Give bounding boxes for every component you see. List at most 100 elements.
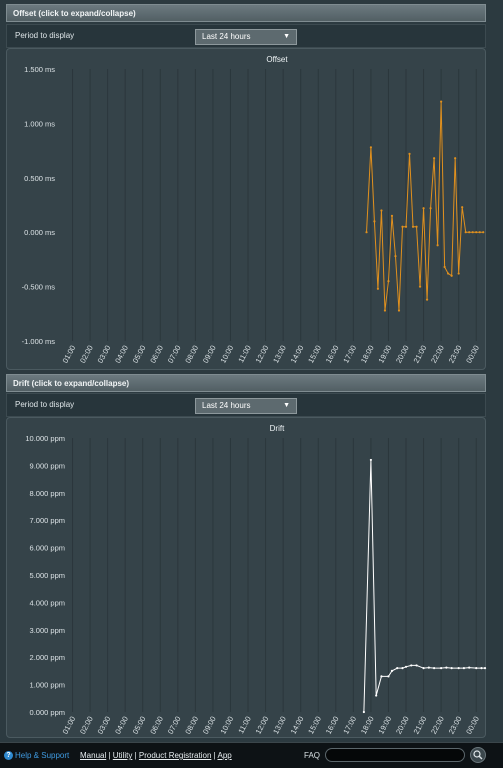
- offset-x-tick-label: 19:00: [376, 344, 393, 365]
- offset-x-tick-label: 22:00: [429, 344, 446, 365]
- offset-x-tick-label: 21:00: [412, 344, 429, 365]
- chevron-down-icon: ▼: [283, 33, 290, 40]
- drift-x-tick-label: 23:00: [447, 715, 464, 736]
- offset-x-tick-label: 02:00: [78, 344, 95, 365]
- offset-y-tick-label: 1.500 ms: [24, 65, 55, 74]
- footer-separator: |: [134, 751, 137, 760]
- offset-x-tick-label: 04:00: [113, 344, 130, 365]
- offset-data-point: [383, 309, 387, 312]
- offset-y-tick-label: 0.500 ms: [24, 174, 55, 183]
- offset-x-tick-label: 11:00: [236, 344, 252, 364]
- drift-header-label: Drift (click to expand/collapse): [13, 379, 130, 388]
- drift-x-tick-label: 20:00: [394, 715, 411, 736]
- drift-y-tick-label: 1.000 ppm: [30, 681, 65, 690]
- offset-x-tick-label: 05:00: [131, 344, 148, 365]
- drift-x-tick-label: 15:00: [306, 715, 323, 736]
- drift-x-tick-label: 11:00: [236, 715, 252, 735]
- offset-x-tick-label: 18:00: [359, 344, 376, 365]
- offset-chart-title: Offset: [266, 55, 288, 64]
- drift-data-point: [410, 664, 413, 667]
- drift-y-tick-label: 4.000 ppm: [30, 598, 65, 607]
- drift-x-tick-label: 17:00: [341, 715, 358, 736]
- offset-data-point: [457, 272, 460, 275]
- help-icon[interactable]: ?: [4, 751, 13, 760]
- offset-y-tick-label: -1.000 ms: [22, 337, 56, 346]
- drift-x-tick-label: 08:00: [183, 715, 200, 736]
- app-link[interactable]: App: [217, 751, 231, 760]
- offset-data-point: [450, 274, 453, 277]
- offset-data-point: [447, 272, 450, 275]
- drift-series-line: [363, 459, 485, 713]
- offset-data-point: [415, 225, 418, 228]
- drift-x-tick-label: 12:00: [254, 715, 271, 736]
- drift-period-label: Period to display: [15, 400, 75, 409]
- offset-x-tick-label: 06:00: [148, 344, 165, 365]
- utility-link[interactable]: Utility: [113, 751, 133, 760]
- drift-y-tick-label: 7.000 ppm: [30, 516, 65, 525]
- offset-data-point: [429, 207, 432, 210]
- offset-x-tick-label: 12:00: [254, 344, 271, 365]
- drift-x-tick-label: 13:00: [271, 715, 288, 736]
- offset-series-line: [366, 101, 484, 311]
- faq-search-input[interactable]: [325, 748, 465, 762]
- drift-data-point: [440, 667, 443, 670]
- offset-x-tick-label: 09:00: [201, 344, 218, 365]
- drift-y-tick-label: 2.000 ppm: [30, 653, 65, 662]
- offset-data-point: [464, 231, 467, 234]
- offset-x-tick-label: 08:00: [183, 344, 200, 365]
- drift-x-tick-label: 07:00: [166, 715, 183, 736]
- offset-data-point: [404, 225, 408, 228]
- offset-period-select[interactable]: Last 24 hours ▼: [195, 29, 297, 45]
- drift-y-tick-label: 6.000 ppm: [30, 544, 65, 553]
- drift-x-tick-label: 05:00: [131, 715, 148, 736]
- drift-period-select[interactable]: Last 24 hours ▼: [195, 398, 297, 414]
- search-button[interactable]: [470, 747, 486, 763]
- offset-data-point: [380, 209, 383, 212]
- offset-data-point: [408, 152, 411, 155]
- footer-links: Manual | Utility | Product Registration …: [80, 751, 232, 760]
- drift-data-point: [450, 667, 453, 670]
- offset-data-point: [365, 231, 368, 234]
- drift-data-point: [422, 667, 425, 670]
- drift-x-tick-label: 10:00: [218, 715, 235, 736]
- offset-section-header[interactable]: Offset (click to expand/collapse): [6, 4, 486, 22]
- footer-separator: |: [108, 751, 111, 760]
- drift-data-point: [387, 675, 390, 678]
- offset-x-tick-label: 16:00: [324, 344, 341, 365]
- offset-x-tick-label: 15:00: [306, 344, 323, 365]
- drift-x-tick-label: 03:00: [96, 715, 113, 736]
- drift-section-header[interactable]: Drift (click to expand/collapse): [6, 374, 486, 392]
- drift-x-tick-label: 02:00: [78, 715, 95, 736]
- drift-y-tick-label: 5.000 ppm: [30, 571, 65, 580]
- offset-data-point: [471, 231, 474, 234]
- offset-data-point: [387, 280, 390, 283]
- drift-data-point: [468, 666, 471, 669]
- offset-data-point: [443, 265, 446, 269]
- product-registration-link[interactable]: Product Registration: [139, 751, 211, 760]
- offset-x-tick-label: 07:00: [166, 344, 183, 365]
- drift-data-point: [432, 667, 436, 670]
- drift-y-tick-label: 8.000 ppm: [30, 489, 65, 498]
- offset-x-tick-label: 01:00: [61, 344, 78, 365]
- drift-data-point: [480, 667, 483, 670]
- offset-data-point: [369, 146, 373, 149]
- offset-x-tick-label: 03:00: [96, 344, 113, 365]
- offset-data-point: [432, 157, 436, 160]
- offset-data-point: [454, 157, 457, 160]
- offset-data-point: [411, 225, 415, 228]
- drift-data-point: [401, 667, 404, 670]
- manual-link[interactable]: Manual: [80, 751, 106, 760]
- drift-data-point: [362, 710, 365, 714]
- drift-data-point: [380, 675, 383, 678]
- footer-bar: ? Help & Support Manual | Utility | Prod…: [0, 742, 503, 768]
- offset-y-tick-label: 1.000 ms: [24, 119, 55, 128]
- drift-x-tick-label: 00:00: [464, 715, 481, 736]
- drift-y-tick-label: 9.000 ppm: [30, 461, 65, 470]
- help-support-link[interactable]: Help & Support: [15, 751, 69, 760]
- chevron-down-icon: ▼: [283, 402, 290, 409]
- drift-x-tick-label: 18:00: [359, 715, 376, 736]
- drift-data-point: [369, 458, 373, 462]
- offset-data-point: [397, 309, 401, 312]
- offset-data-point: [440, 100, 443, 103]
- offset-data-point: [418, 285, 422, 288]
